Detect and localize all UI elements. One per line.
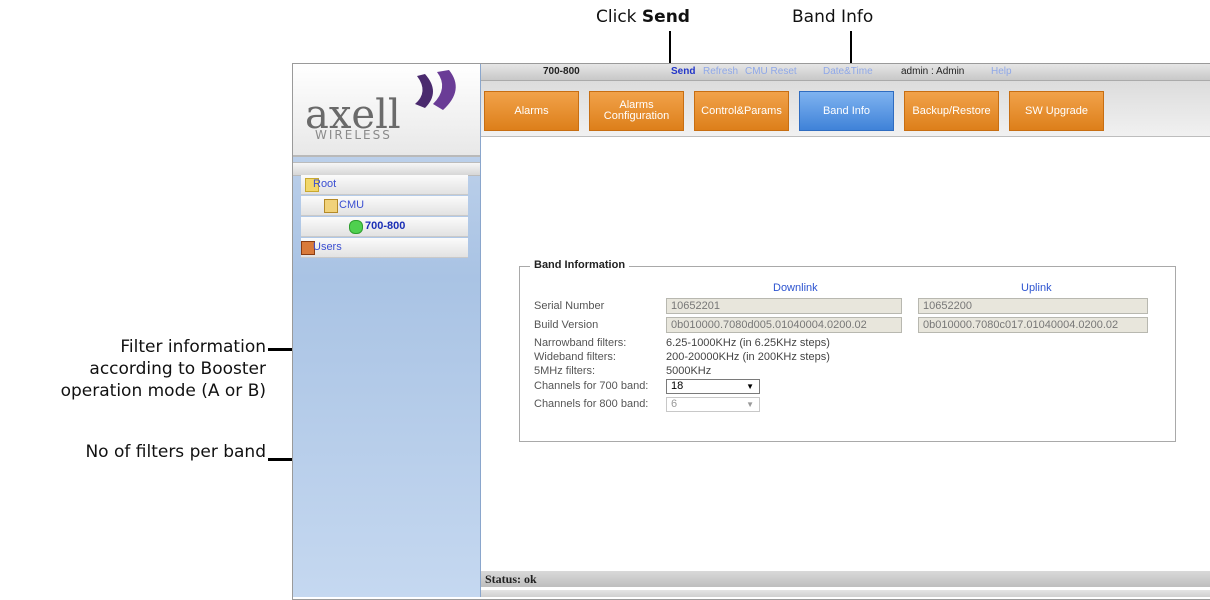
user-label: admin : Admin	[901, 66, 965, 77]
logo-mark-icon	[415, 70, 456, 110]
refresh-button[interactable]: Refresh	[703, 66, 738, 77]
narrowband-label: Narrowband filters:	[534, 337, 627, 349]
help-link[interactable]: Help	[991, 66, 1012, 77]
ch700-value: 18	[671, 380, 684, 392]
callout-send-line	[669, 31, 671, 65]
callout-filters-per-band: No of filters per band	[85, 442, 266, 462]
date-time-button[interactable]: Date&Time	[823, 66, 873, 77]
callout-click-prefix: Click	[596, 7, 642, 27]
ch800-select: 6 ▼	[666, 397, 760, 412]
wideband-value: 200-20000KHz (in 200KHz steps)	[666, 351, 830, 363]
status-bar: Status: ok	[481, 571, 1210, 587]
device-icon	[324, 199, 338, 213]
chevron-down-icon: ▼	[746, 400, 754, 409]
device-name: 700-800	[543, 66, 580, 77]
build-dl-field: 0b010000.7080d005.01040004.0200.02	[666, 317, 902, 333]
tab-backup-restore[interactable]: Backup/Restore	[904, 91, 999, 131]
sidebar-separator	[293, 162, 480, 176]
serial-dl-field: 10652201	[666, 298, 902, 314]
tab-control-params[interactable]: Control&Params	[694, 91, 789, 131]
bottom-bar	[481, 590, 1210, 597]
tree-label-root: Root	[313, 178, 337, 190]
tab-label-band-info: Band Info	[822, 104, 871, 117]
tree-label-cmu: CMU	[339, 199, 365, 211]
build-version-label: Build Version	[534, 319, 599, 331]
tab-band-info[interactable]: Band Info	[799, 91, 894, 131]
status-green-icon	[349, 220, 363, 234]
ch800-value: 6	[671, 398, 678, 410]
tab-label-backup: Backup/Restore	[912, 104, 991, 117]
logo-sub: WIRELESS	[315, 128, 392, 142]
chevron-down-icon: ▼	[746, 382, 754, 391]
callout-click-bold: Send	[641, 7, 690, 27]
tree-label-users: Users	[313, 241, 342, 253]
narrowband-value: 6.25-1000KHz (in 6.25KHz steps)	[666, 337, 830, 349]
tab-label-control: Control&Params	[701, 104, 782, 117]
tree-item-root[interactable]: Root	[301, 175, 468, 195]
tab-alarms-configuration[interactable]: Alarms Configuration	[589, 91, 684, 131]
callout-click-send: Click Send	[596, 6, 690, 28]
serial-number-label: Serial Number	[534, 300, 605, 312]
tree-item-700-800[interactable]: 700-800	[301, 217, 468, 237]
callout-band-info: Band Info	[792, 7, 874, 27]
app-window: axell WIRELESS Root CMU 700-800 Users 70…	[292, 63, 1210, 600]
ch800-label: Channels for 800 band:	[534, 398, 649, 410]
fivemhz-value: 5000KHz	[666, 365, 712, 377]
callout-filter-info: Filter information according to Booster …	[0, 336, 266, 402]
callout-filter-line2: according to Booster	[89, 359, 266, 379]
band-information-panel: Band Information Downlink Uplink Serial …	[519, 259, 1176, 442]
ch700-label: Channels for 700 band:	[534, 380, 649, 392]
status-text: Status: ok	[485, 572, 537, 586]
content-area: Band Information Downlink Uplink Serial …	[481, 137, 1210, 571]
tab-label-alarms-config-2: Configuration	[603, 110, 670, 122]
cmu-reset-button[interactable]: CMU Reset	[745, 66, 797, 77]
callout-filter-line3: operation mode (A or B)	[60, 381, 266, 401]
tab-label-alarms: Alarms	[514, 104, 549, 117]
tab-alarms[interactable]: Alarms	[484, 91, 579, 131]
top-toolbar: 700-800 Send Refresh CMU Reset Date&Time…	[481, 64, 1210, 81]
ch700-select[interactable]: 18 ▼	[666, 379, 760, 394]
uplink-header: Uplink	[1021, 282, 1052, 294]
tab-sw-upgrade[interactable]: SW Upgrade	[1009, 91, 1104, 131]
logo: axell WIRELESS	[293, 64, 480, 157]
send-button[interactable]: Send	[671, 66, 695, 77]
serial-ul-field: 10652200	[918, 298, 1148, 314]
tab-label-sw: SW Upgrade	[1025, 104, 1088, 117]
sidebar: axell WIRELESS Root CMU 700-800 Users	[293, 64, 481, 597]
wideband-label: Wideband filters:	[534, 351, 616, 363]
tree-label-node: 700-800	[365, 220, 406, 232]
build-ul-field: 0b010000.7080c017.01040004.0200.02	[918, 317, 1148, 333]
panel-legend: Band Information	[530, 259, 630, 271]
fivemhz-label: 5MHz filters:	[534, 365, 596, 377]
tree-item-users[interactable]: Users	[301, 238, 468, 258]
callout-filter-line1: Filter information	[120, 337, 266, 357]
tab-strip: Alarms Alarms Configuration Control&Para…	[481, 81, 1210, 137]
downlink-header: Downlink	[773, 282, 818, 294]
tree-item-cmu[interactable]: CMU	[301, 196, 468, 216]
